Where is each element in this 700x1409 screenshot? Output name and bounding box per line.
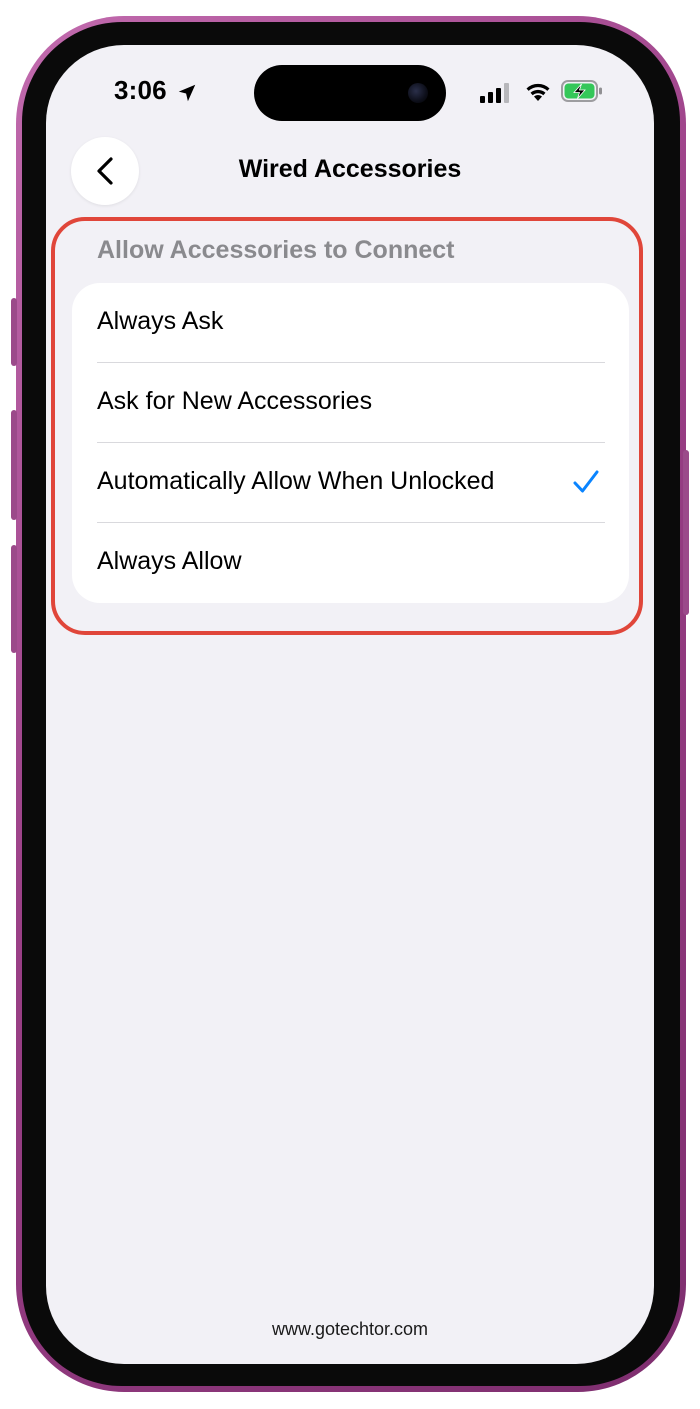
- page-title: Wired Accessories: [238, 155, 462, 183]
- power-button: [683, 450, 689, 615]
- volume-up-button: [11, 410, 17, 520]
- cellular-signal-icon: [480, 83, 509, 103]
- location-arrow-icon: [178, 84, 196, 102]
- highlight-annotation-box: [51, 217, 643, 635]
- front-camera-icon: [408, 83, 428, 103]
- volume-down-button: [11, 545, 17, 653]
- dynamic-island: [254, 65, 446, 121]
- status-time: 3:06: [114, 75, 167, 105]
- action-button: [11, 298, 17, 366]
- wifi-icon: [526, 83, 550, 101]
- battery-charging-icon: [561, 80, 602, 102]
- watermark: www.gotechtor.com: [271, 1319, 429, 1339]
